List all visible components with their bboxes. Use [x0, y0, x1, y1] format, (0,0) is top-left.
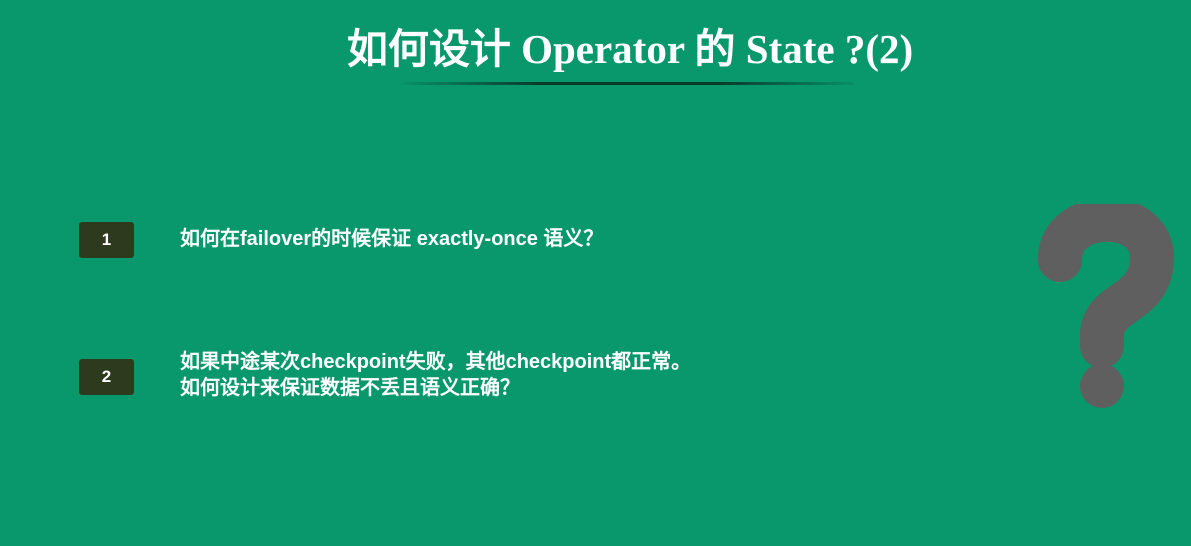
- question-mark-icon: [1038, 204, 1174, 408]
- item-text: 如何在failover的时候保证 exactly-once 语义？: [180, 226, 603, 252]
- item-text-line: 如何设计来保证数据不丢且语义正确？: [180, 377, 520, 399]
- question-mark-hook: [1038, 204, 1174, 368]
- item-text: 如果中途某次checkpoint失败，其他checkpoint都正常。 如何设计…: [180, 349, 691, 401]
- slide-title: 如何设计 Operator 的 State ?(2): [346, 26, 914, 72]
- title-underline: [404, 82, 854, 85]
- item-text-line: 如何在failover的时候保证 exactly-once 语义？: [180, 228, 604, 250]
- item-number-badge: 1: [79, 222, 134, 258]
- item-number-badge: 2: [79, 359, 134, 395]
- item-text-line: 如果中途某次checkpoint失败，其他checkpoint都正常。: [180, 351, 692, 373]
- question-mark-dot: [1080, 364, 1124, 408]
